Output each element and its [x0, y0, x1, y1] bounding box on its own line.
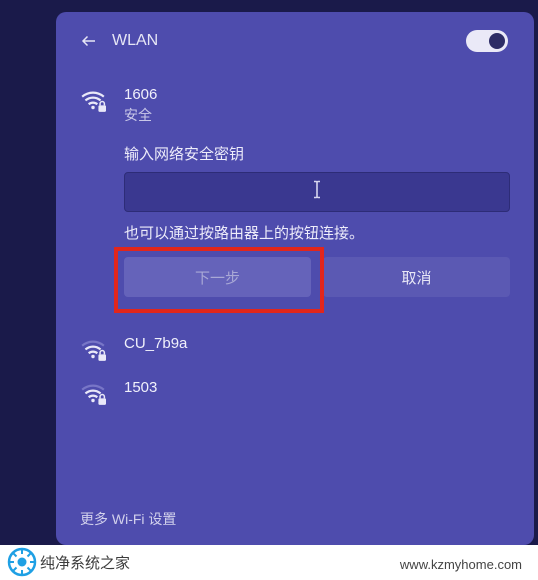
network-info: 1503 — [124, 379, 510, 396]
network-status: 安全 — [124, 105, 510, 125]
watermark-brand: 纯净系统之家 — [40, 552, 130, 573]
router-hint: 也可以通过按路由器上的按钮连接。 — [124, 222, 510, 243]
connect-block: 输入网络安全密钥 也可以通过按路由器上的按钮连接。 下一步 取消 — [124, 143, 510, 297]
panel-header: WLAN — [80, 32, 510, 50]
network-row[interactable]: CU_7b9a — [80, 327, 510, 371]
other-networks: CU_7b9a 1503 — [80, 327, 510, 415]
watermark-url: www.kzmyhome.com — [400, 557, 522, 572]
network-name: 1503 — [124, 379, 510, 396]
wifi-toggle[interactable] — [466, 30, 508, 52]
more-wifi-settings-link[interactable]: 更多 Wi-Fi 设置 — [80, 497, 510, 529]
back-arrow-icon[interactable] — [80, 32, 98, 50]
toggle-knob — [489, 33, 505, 49]
watermark-bar: 纯净系统之家 www.kzmyhome.com — [0, 545, 538, 580]
network-name: CU_7b9a — [124, 335, 510, 352]
wifi-toggle-wrap — [466, 30, 508, 52]
watermark-logo-icon — [6, 546, 38, 578]
wifi-secured-icon — [80, 337, 106, 363]
panel-title: WLAN — [112, 32, 158, 50]
password-input[interactable] — [124, 172, 510, 212]
wifi-secured-icon — [80, 88, 106, 114]
cancel-button[interactable]: 取消 — [323, 257, 510, 297]
wifi-secured-icon — [80, 381, 106, 407]
network-info: CU_7b9a — [124, 335, 510, 352]
network-row-selected[interactable]: 1606 安全 — [80, 78, 510, 133]
wifi-panel: WLAN 1606 安全 输入网络安全密钥 也可以通过按路由器 — [56, 12, 534, 545]
password-prompt: 输入网络安全密钥 — [124, 143, 510, 164]
network-name: 1606 — [124, 86, 510, 103]
next-button[interactable]: 下一步 — [124, 257, 311, 297]
button-row: 下一步 取消 — [124, 257, 510, 297]
network-info: 1606 安全 — [124, 86, 510, 125]
network-row[interactable]: 1503 — [80, 371, 510, 415]
password-input-wrap — [124, 172, 510, 212]
